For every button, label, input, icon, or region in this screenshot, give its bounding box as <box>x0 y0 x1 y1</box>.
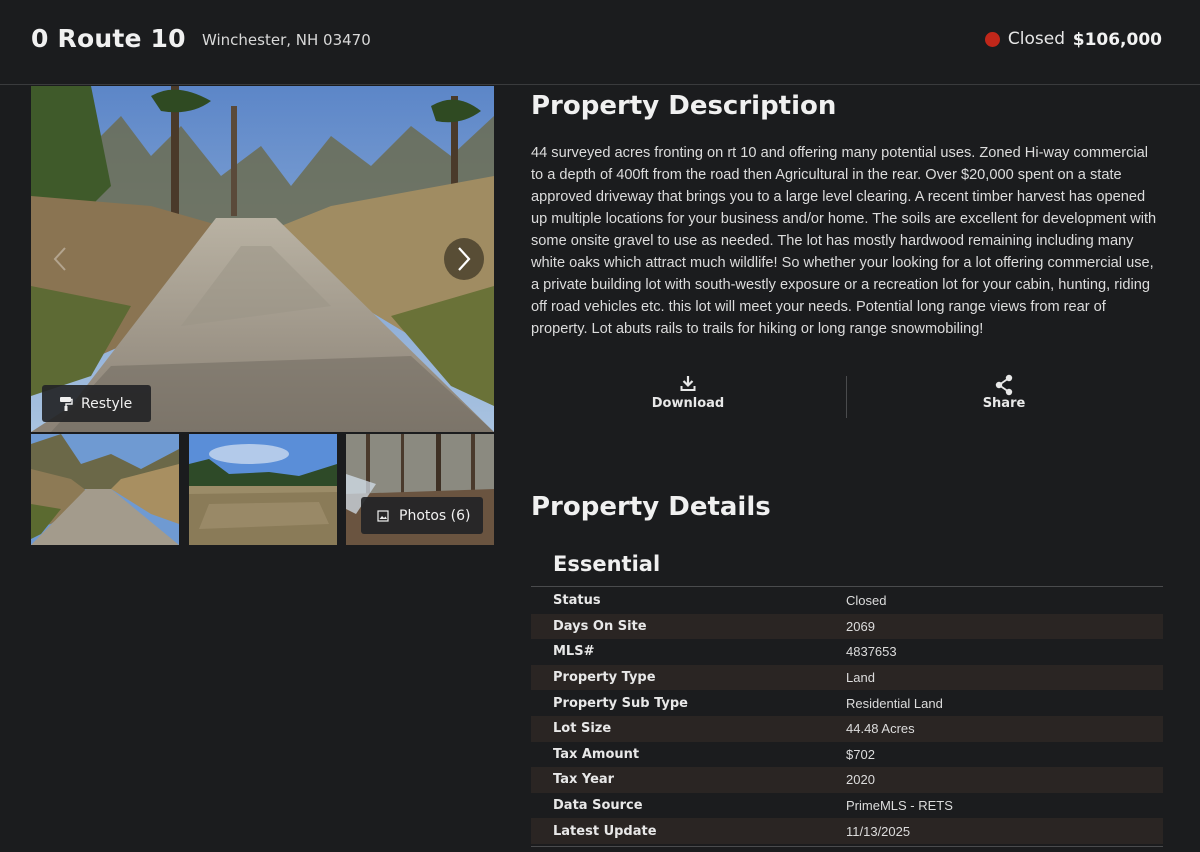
details-table: Status Closed Days On Site 2069 MLS# 483… <box>531 588 1163 844</box>
table-row: Tax Amount $702 <box>531 742 1163 768</box>
property-address: 0 Route 10 <box>31 24 186 53</box>
download-button[interactable]: Download <box>613 374 763 411</box>
table-row: MLS# 4837653 <box>531 639 1163 665</box>
table-bottom-divider <box>531 846 1163 847</box>
status-indicator: Closed <box>984 29 1065 49</box>
download-label: Download <box>651 396 725 411</box>
view-all-photos-button[interactable]: Photos (6) <box>361 497 483 534</box>
restyle-label: Restyle <box>81 395 133 412</box>
row-value: 2069 <box>846 618 875 634</box>
share-button[interactable]: Share <box>929 374 1079 411</box>
photos-label: Photos (6) <box>399 507 471 524</box>
previous-photo-button[interactable] <box>40 238 80 280</box>
share-icon <box>929 374 1079 396</box>
details-heading: Property Details <box>531 492 771 522</box>
row-label: Property Sub Type <box>553 695 688 711</box>
thumbnail-photo-1[interactable] <box>31 434 179 545</box>
essential-section-heading: Essential <box>553 552 661 576</box>
row-label: Lot Size <box>553 721 612 737</box>
row-label: Latest Update <box>553 823 657 839</box>
row-value: 2020 <box>846 772 875 788</box>
row-value: Residential Land <box>846 695 943 711</box>
listing-actions: Download Share <box>531 374 1163 420</box>
description-text: 44 surveyed acres fronting on rt 10 and … <box>531 145 1157 337</box>
row-label: MLS# <box>553 644 595 660</box>
row-value: Land <box>846 670 875 686</box>
table-row: Lot Size 44.48 Acres <box>531 715 1163 742</box>
table-row: Days On Site 2069 <box>531 613 1163 640</box>
chevron-left-icon <box>53 247 66 271</box>
row-value: Closed <box>846 593 887 609</box>
table-row: Latest Update 11/13/2025 <box>531 818 1163 844</box>
property-price: $106,000 <box>1072 30 1162 50</box>
listing-header: 0 Route 10 Winchester, NH 03470 Closed $… <box>0 0 1200 85</box>
action-divider <box>846 376 847 418</box>
row-value: 4837653 <box>846 644 897 660</box>
share-label: Share <box>982 396 1026 411</box>
chevron-right-icon <box>458 247 471 271</box>
property-city: Winchester, NH 03470 <box>202 31 371 49</box>
row-label: Days On Site <box>553 618 647 634</box>
row-label: Data Source <box>553 798 643 814</box>
thumbnail-photo-2[interactable] <box>189 434 337 545</box>
table-row: Status Closed <box>531 588 1163 614</box>
status-label: Closed <box>1007 29 1065 49</box>
row-value: PrimeMLS - RETS <box>846 798 953 814</box>
download-icon <box>613 374 763 396</box>
row-label: Status <box>553 593 601 609</box>
main-photo[interactable] <box>31 86 494 432</box>
row-label: Tax Amount <box>553 746 640 762</box>
row-value: $702 <box>846 746 875 762</box>
row-value: 44.48 Acres <box>846 721 915 737</box>
row-label: Tax Year <box>553 772 615 788</box>
row-value: 11/13/2025 <box>846 823 911 839</box>
table-row: Tax Year 2020 <box>531 767 1163 793</box>
restyle-button[interactable]: Restyle <box>42 385 151 422</box>
section-divider <box>531 586 1163 587</box>
table-row: Property Type Land <box>531 664 1163 691</box>
paint-roller-icon <box>59 396 73 412</box>
table-row: Data Source PrimeMLS - RETS <box>531 793 1163 819</box>
table-row: Property Sub Type Residential Land <box>531 690 1163 716</box>
row-label: Property Type <box>553 670 656 686</box>
next-photo-button[interactable] <box>444 238 484 280</box>
status-dot-icon <box>984 31 1000 47</box>
image-icon <box>377 509 389 522</box>
description-heading: Property Description <box>531 91 837 121</box>
